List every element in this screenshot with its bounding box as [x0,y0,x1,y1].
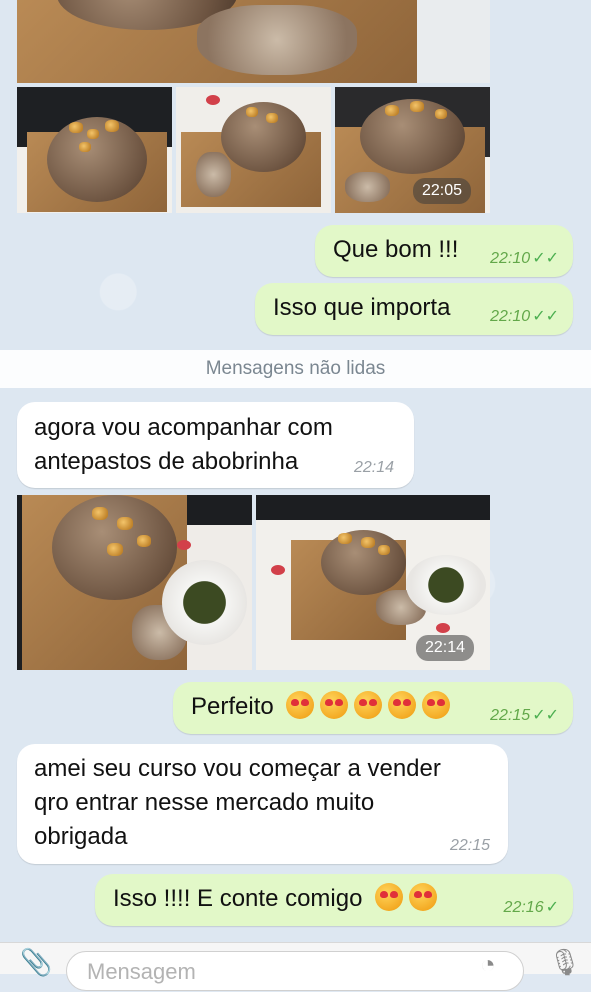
check-icon: ✓ [545,899,559,916]
microphone-icon[interactable]: 🎙 [548,947,581,978]
double-check-icon: ✓✓ [532,707,559,724]
photo-bread-thumb-1[interactable] [17,87,172,213]
message-text-line: obrigada [34,823,128,850]
message-time: 22:15 [449,837,490,854]
photo-bread-thumb-3[interactable]: 22:05 [335,87,490,213]
photo-bread-thumb-2[interactable] [176,87,331,213]
message-time: 22:16 [503,899,544,916]
message-text: Isso que importa [273,294,451,321]
message-text: Perfeito [191,690,451,724]
message-meta: 22:16 ✓ [504,900,559,916]
unread-messages-divider: Mensagens não lidas [0,350,591,388]
message-input-placeholder: Mensagem [87,959,196,984]
message-text-line: agora vou acompanhar com [34,414,333,441]
heart-eyes-emoji-icon [375,883,404,911]
message-time: 22:10 [490,308,531,325]
message-text: Isso !!!! E conte comigo [113,882,438,916]
photo-bread-antipasto-1[interactable] [17,495,252,670]
album-top-time: 22:05 [413,178,472,204]
message-meta: 22:10 ✓✓ [490,309,559,325]
message-meta: 22:10 ✓✓ [490,251,559,267]
message-text-content: Isso !!!! E conte comigo [113,885,363,912]
message-meta: 22:15 ✓✓ [490,708,559,724]
message-bubble-outgoing[interactable]: Isso !!!! E conte comigo 22:16 ✓ [95,874,573,926]
heart-eyes-emoji-icon [286,691,315,719]
photo-bread-antipasto-2[interactable]: 22:14 [256,495,490,670]
sticker-icon[interactable]: ◔ [480,949,496,980]
message-text-line: qro entrar nesse mercado muito [34,789,375,816]
message-bubble-outgoing[interactable]: Que bom !!! 22:10 ✓✓ [315,225,573,277]
message-input-bar: 📎 Mensagem ◔ 🎙 [0,942,591,991]
message-text-content: Perfeito [191,693,274,720]
message-text-line: amei seu curso vou começar a vender [34,755,441,782]
message-bubble-outgoing[interactable]: Isso que importa 22:10 ✓✓ [255,283,573,335]
photo-bread-large[interactable] [17,0,490,83]
message-bubble-incoming[interactable]: amei seu curso vou começar a vender qro … [17,744,508,864]
message-bubble-outgoing[interactable]: Perfeito 22:15 ✓✓ [173,682,573,734]
message-time: 22:10 [490,250,531,267]
message-input[interactable]: Mensagem [66,951,524,991]
heart-eyes-emoji-icon [354,691,383,719]
heart-eyes-emoji-icon [388,691,417,719]
message-bubble-incoming[interactable]: agora vou acompanhar com antepastos de a… [17,402,414,488]
unread-divider-label: Mensagens não lidas [205,358,386,379]
album-mid-time: 22:14 [416,635,475,661]
message-time: 22:14 [353,459,394,476]
message-text-line: antepastos de abobrinha [34,448,299,475]
heart-eyes-emoji-icon [409,883,438,911]
heart-eyes-emoji-icon [422,691,451,719]
double-check-icon: ✓✓ [532,308,559,325]
message-text: Que bom !!! [333,236,459,263]
heart-eyes-emoji-icon [320,691,349,719]
message-time: 22:15 [490,707,531,724]
double-check-icon: ✓✓ [532,250,559,267]
paperclip-icon[interactable]: 📎 [20,947,52,978]
